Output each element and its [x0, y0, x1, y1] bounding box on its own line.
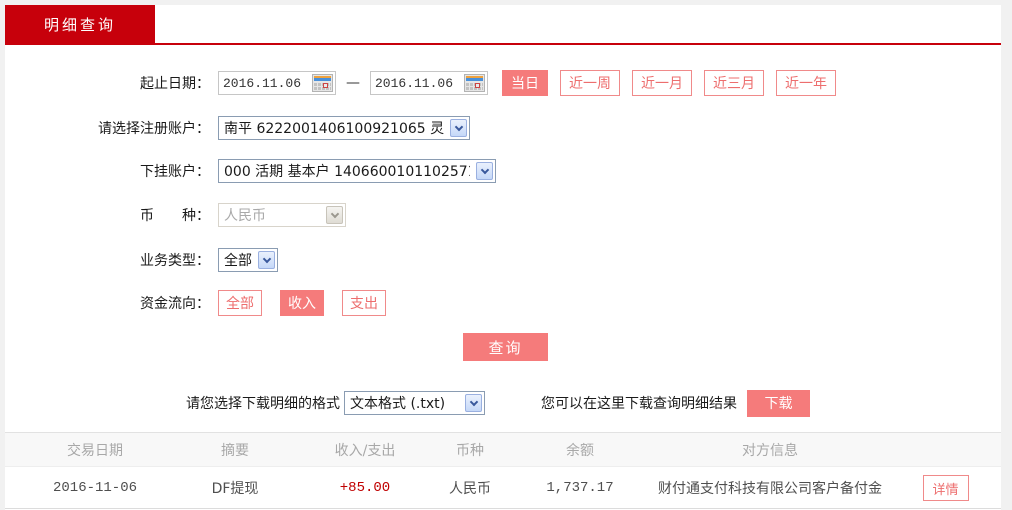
chevron-down-icon[interactable]: [476, 162, 493, 180]
header-counterparty: 对方信息: [742, 442, 798, 459]
registered-account-label: 请选择注册账户：: [98, 121, 210, 137]
quick-range-quarter-button[interactable]: 近三月: [704, 70, 764, 96]
quick-range-today-button[interactable]: 当日: [502, 70, 548, 96]
chevron-down-icon[interactable]: [450, 119, 467, 137]
calendar-icon[interactable]: [312, 74, 333, 92]
cell-trade-date: 2016-11-06: [52, 480, 137, 496]
end-date-field[interactable]: [370, 71, 488, 95]
chevron-down-icon[interactable]: [258, 251, 275, 269]
business-type-row: 业务类型： 全部: [5, 246, 1001, 274]
fund-flow-income-button[interactable]: 收入: [280, 290, 324, 316]
download-row: 请您选择下载明细的格式 文本格式 (.txt) 您可以在这里下载查询明细结果 下…: [5, 389, 1001, 417]
sub-account-row: 下挂账户： 000 活期 基本户 1406600101102571848: [5, 157, 1001, 185]
date-separator: —: [346, 75, 360, 91]
header-currency: 币种: [456, 442, 484, 459]
page: 明细查询 起止日期： — 当日 近一周 近一月 近三月 近一年: [0, 0, 1012, 510]
cell-counterparty: 财付通支付科技有限公司客户备付金: [658, 481, 882, 497]
fund-flow-expense-button[interactable]: 支出: [342, 290, 386, 316]
tab-divider-line: [5, 43, 1001, 45]
download-format-value: 文本格式 (.txt): [350, 396, 446, 412]
currency-select: 人民币: [218, 203, 346, 227]
cell-summary: DF提现: [211, 481, 259, 497]
date-range-label: 起止日期：: [140, 76, 210, 92]
download-format-select[interactable]: 文本格式 (.txt): [344, 391, 485, 415]
table-header-row: 交易日期 摘要 收入/支出 币种 余额 对方信息: [5, 432, 1001, 467]
header-income-expense: 收入/支出: [334, 442, 396, 459]
date-range-row: 起止日期： — 当日 近一周 近一月 近三月 近一年: [5, 69, 1001, 97]
header-balance: 余额: [566, 442, 594, 459]
business-type-select[interactable]: 全部: [218, 248, 278, 272]
quick-range-year-button[interactable]: 近一年: [776, 70, 836, 96]
header-trade-date: 交易日期: [67, 442, 123, 459]
end-date-input[interactable]: [371, 75, 457, 91]
start-date-input[interactable]: [219, 75, 305, 91]
currency-row: 币 种： 人民币: [5, 201, 1001, 229]
download-hint: 您可以在这里下载查询明细结果: [541, 396, 737, 412]
cell-currency: 人民币: [449, 481, 491, 497]
download-format-label: 请您选择下载明细的格式: [186, 396, 340, 412]
table-row: 2016-11-06 DF提现 +85.00 人民币 1,737.17 财付通支…: [5, 468, 1001, 509]
sub-account-select[interactable]: 000 活期 基本户 1406600101102571848: [218, 159, 496, 183]
registered-account-value: 南平 6222001406100921065 灵通卡: [224, 121, 444, 137]
calendar-icon[interactable]: [464, 74, 485, 92]
currency-value: 人民币: [224, 208, 266, 224]
currency-label: 币 种：: [140, 208, 210, 224]
detail-button[interactable]: 详情: [922, 475, 969, 501]
header-summary: 摘要: [221, 442, 249, 459]
start-date-field[interactable]: [218, 71, 336, 95]
sub-account-label: 下挂账户：: [140, 164, 210, 180]
cell-balance: 1,737.17: [546, 480, 614, 496]
registered-account-row: 请选择注册账户： 南平 6222001406100921065 灵通卡: [5, 114, 1001, 142]
quick-range-month-button[interactable]: 近一月: [632, 70, 692, 96]
fund-flow-row: 资金流向： 全部 收入 支出: [5, 289, 1001, 317]
business-type-value: 全部: [224, 253, 252, 269]
query-button[interactable]: 查询: [463, 333, 548, 361]
fund-flow-label: 资金流向：: [140, 296, 210, 312]
content-panel: 明细查询 起止日期： — 当日 近一周 近一月 近三月 近一年: [5, 5, 1001, 510]
download-button[interactable]: 下载: [747, 389, 810, 417]
cell-amount: +85.00: [339, 480, 391, 496]
business-type-label: 业务类型：: [140, 253, 210, 269]
fund-flow-all-button[interactable]: 全部: [218, 290, 262, 316]
chevron-down-icon[interactable]: [465, 394, 482, 412]
sub-account-value: 000 活期 基本户 1406600101102571848: [224, 164, 470, 180]
quick-range-week-button[interactable]: 近一周: [560, 70, 620, 96]
tab-detail-query[interactable]: 明细查询: [5, 5, 155, 43]
chevron-down-icon: [326, 206, 343, 224]
registered-account-select[interactable]: 南平 6222001406100921065 灵通卡: [218, 116, 470, 140]
